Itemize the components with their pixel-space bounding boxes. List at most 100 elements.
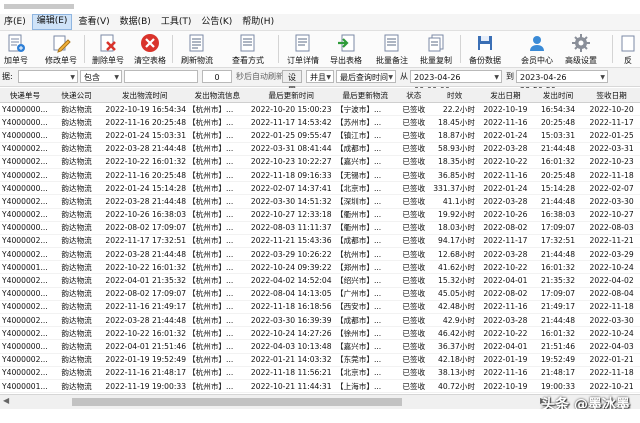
- table-cell: 【衢州市】...: [334, 221, 397, 235]
- column-header[interactable]: 发出物流时间: [103, 88, 187, 103]
- table-row[interactable]: Y4000002... 韵达物流 2022-04-01 21:35:32 【杭州市】.…: [0, 273, 640, 288]
- member-center-button[interactable]: 会员中心: [516, 33, 558, 65]
- column-header[interactable]: 最后更新时间: [248, 88, 334, 103]
- table-row[interactable]: Y4000000... 韵达物流 2022-10-19 16:54:34 【杭州市】.…: [0, 102, 640, 117]
- table-cell: 17:32:51: [532, 234, 584, 249]
- menu-item[interactable]: 查看(V): [74, 15, 113, 29]
- table-cell: 16:54:34: [532, 102, 584, 117]
- table-row[interactable]: Y4000000... 韵达物流 2022-01-24 15:03:31 【杭州市】.…: [0, 128, 640, 143]
- table-row[interactable]: Y4000002... 韵达物流 2022-03-28 21:44:48 【杭州市】.…: [0, 313, 640, 328]
- table-row[interactable]: Y4000002... 韵达物流 2022-11-17 17:32:51 【杭州市】.…: [0, 234, 640, 249]
- scroll-left-icon[interactable]: ◀: [3, 396, 9, 405]
- table-row[interactable]: Y4000000... 韵达物流 2022-08-02 17:09:07 【杭州市】.…: [0, 287, 640, 301]
- table-cell: 已签收: [396, 366, 432, 380]
- table-cell: 2022-11-16 21:48:17: [103, 366, 187, 380]
- table-cell: 36.85小时: [431, 168, 478, 183]
- table-row[interactable]: Y4000002... 韵达物流 2022-10-22 16:01:32 【杭州市】.…: [0, 155, 640, 169]
- table-cell: 韵达物流: [49, 168, 104, 183]
- table-cell: 已签收: [396, 221, 432, 235]
- table-row[interactable]: Y4000002... 韵达物流 2022-01-19 19:52:49 【杭州市】.…: [0, 353, 640, 367]
- table-row[interactable]: Y4000002... 韵达物流 2022-10-26 16:38:03 【杭州市】.…: [0, 208, 640, 222]
- scrollbar-thumb[interactable]: [72, 398, 402, 406]
- export-table-button[interactable]: 导出表格: [324, 33, 368, 65]
- table-cell: 2022-10-24 09:39:22: [248, 260, 334, 275]
- table-cell: 2022-01-21 14:03:32: [248, 353, 334, 367]
- table-cell: 2022-10-27 12:33:18: [248, 208, 334, 222]
- more-button[interactable]: 反: [616, 33, 640, 65]
- table-row[interactable]: Y4000002... 韵达物流 2022-03-28 21:44:48 【杭州市】.…: [0, 194, 640, 209]
- table-row[interactable]: Y4000002... 韵达物流 2022-11-16 20:25:48 【杭州市】.…: [0, 168, 640, 183]
- table-row[interactable]: Y4000000... 韵达物流 2022-01-24 15:14:28 【杭州市】.…: [0, 181, 640, 196]
- interval-settings-button[interactable]: 设置: [282, 70, 302, 95]
- chevron-down-icon: ▼: [494, 74, 499, 81]
- table-cell: 2022-03-28: [477, 247, 533, 262]
- column-header[interactable]: 快递公司: [49, 88, 104, 103]
- table-row[interactable]: Y4000001... 韵达物流 2022-11-19 19:00:33 【杭州市】.…: [0, 379, 640, 393]
- table-cell: 2022-10-24 14:27:26: [248, 326, 334, 341]
- backup-button[interactable]: 备份数据: [464, 33, 506, 65]
- table-cell: 韵达物流: [49, 300, 104, 315]
- edit-button[interactable]: 修改单号: [42, 33, 80, 65]
- advanced-settings-button[interactable]: 高级设置: [560, 33, 602, 65]
- table-cell: 2022-11-18: [583, 168, 640, 183]
- menu-item[interactable]: 帮助(H): [238, 15, 278, 29]
- refresh-logistics-button[interactable]: 刷新物流: [178, 33, 216, 65]
- menu-item[interactable]: 编辑(E): [31, 14, 73, 30]
- table-cell: 【杭州市】...: [186, 273, 249, 288]
- view-mode-button[interactable]: 查看方式: [226, 33, 270, 65]
- table-row[interactable]: Y4000001... 韵达物流 2022-10-22 16:01:32 【杭州市】.…: [0, 260, 640, 275]
- column-header[interactable]: 时效: [431, 88, 478, 103]
- menu-item[interactable]: 工具(T): [157, 15, 196, 29]
- to-datetime-input[interactable]: 2023-04-26 23:59:59▼: [516, 70, 608, 95]
- table-row[interactable]: Y4000000... 韵达物流 2022-11-16 20:25:48 【杭州市】.…: [0, 115, 640, 130]
- document-icon: [295, 34, 310, 52]
- menu-item[interactable]: 公告(K): [197, 15, 236, 29]
- table-row[interactable]: Y4000002... 韵达物流 2022-10-22 16:01:32 【杭州市】.…: [0, 326, 640, 341]
- table-row[interactable]: Y4000002... 韵达物流 2022-03-28 21:44:48 【杭州市】.…: [0, 142, 640, 156]
- column-header[interactable]: 最后更新物流: [334, 88, 397, 103]
- table-row[interactable]: Y4000002... 韵达物流 2022-11-16 21:48:17 【杭州市】.…: [0, 366, 640, 380]
- interval-input[interactable]: 0: [202, 70, 232, 83]
- table-cell: 21:51:46: [532, 339, 584, 354]
- column-header[interactable]: 发出日期: [477, 88, 533, 103]
- time-field-select[interactable]: 最后查询时间 ▼: [336, 70, 396, 83]
- more-doc-icon: [621, 35, 635, 52]
- table-cell: 【杭州市】...: [186, 128, 249, 143]
- add-button[interactable]: 加单号: [2, 33, 30, 65]
- column-header[interactable]: 发出时间: [532, 88, 584, 103]
- table-cell: 韵达物流: [49, 128, 104, 143]
- logic-select[interactable]: 并且 ▼: [306, 70, 334, 83]
- table-row[interactable]: Y4000002... 韵达物流 2022-03-28 21:44:48 【杭州市】.…: [0, 247, 640, 262]
- table-cell: 2022-10-19: [477, 102, 533, 117]
- table-cell: 2022-10-26 16:38:03: [103, 208, 187, 222]
- table-cell: 2022-11-21 15:43:36: [248, 234, 334, 249]
- table-cell: 94.17小时: [431, 234, 478, 249]
- table-row[interactable]: Y4000000... 韵达物流 2022-04-01 21:51:46 【杭州市】.…: [0, 339, 640, 354]
- table-cell: 19:52:49: [532, 353, 584, 367]
- table-cell: 2022-01-19: [477, 353, 533, 367]
- column-header[interactable]: 发出物流信息: [186, 88, 249, 103]
- table-cell: 已签收: [396, 102, 432, 117]
- table-row[interactable]: Y4000002... 韵达物流 2022-11-16 21:49:17 【杭州市】.…: [0, 300, 640, 315]
- delete-button[interactable]: 删除单号: [90, 33, 126, 65]
- batch-copy-button[interactable]: 批量复制: [416, 33, 456, 65]
- column-header[interactable]: 状态: [396, 88, 432, 103]
- batch-note-button[interactable]: 批量备注: [372, 33, 412, 65]
- keyword-input[interactable]: [124, 70, 198, 83]
- field-select[interactable]: ▼: [18, 70, 78, 83]
- table-cell: 17:09:07: [532, 287, 584, 301]
- from-datetime-input[interactable]: 2023-04-26 00:00:00▼: [410, 70, 502, 95]
- table-row[interactable]: Y4000000... 韵达物流 2022-08-02 17:09:07 【杭州市】.…: [0, 221, 640, 235]
- table-cell: 【镇江市】...: [334, 128, 397, 143]
- match-select[interactable]: 包含 ▼: [80, 70, 122, 83]
- clear-table-button[interactable]: 清空表格: [132, 33, 168, 65]
- menu-item[interactable]: 序(E): [0, 15, 30, 29]
- column-header[interactable]: 快递单号: [0, 88, 50, 103]
- menu-item[interactable]: 数据(B): [116, 15, 155, 29]
- order-detail-button[interactable]: 订单详情: [282, 33, 324, 65]
- table-cell: Y4000002...: [0, 300, 50, 315]
- table-cell: 已签收: [396, 326, 432, 341]
- column-header[interactable]: 签收日期: [583, 88, 640, 103]
- filter-bar: 据: ▼ 包含▼ 0 秒后自动刷新 设置 并且▼ 最后查询时间▼ 从 2023-…: [0, 68, 640, 95]
- from-label: 从: [400, 72, 408, 81]
